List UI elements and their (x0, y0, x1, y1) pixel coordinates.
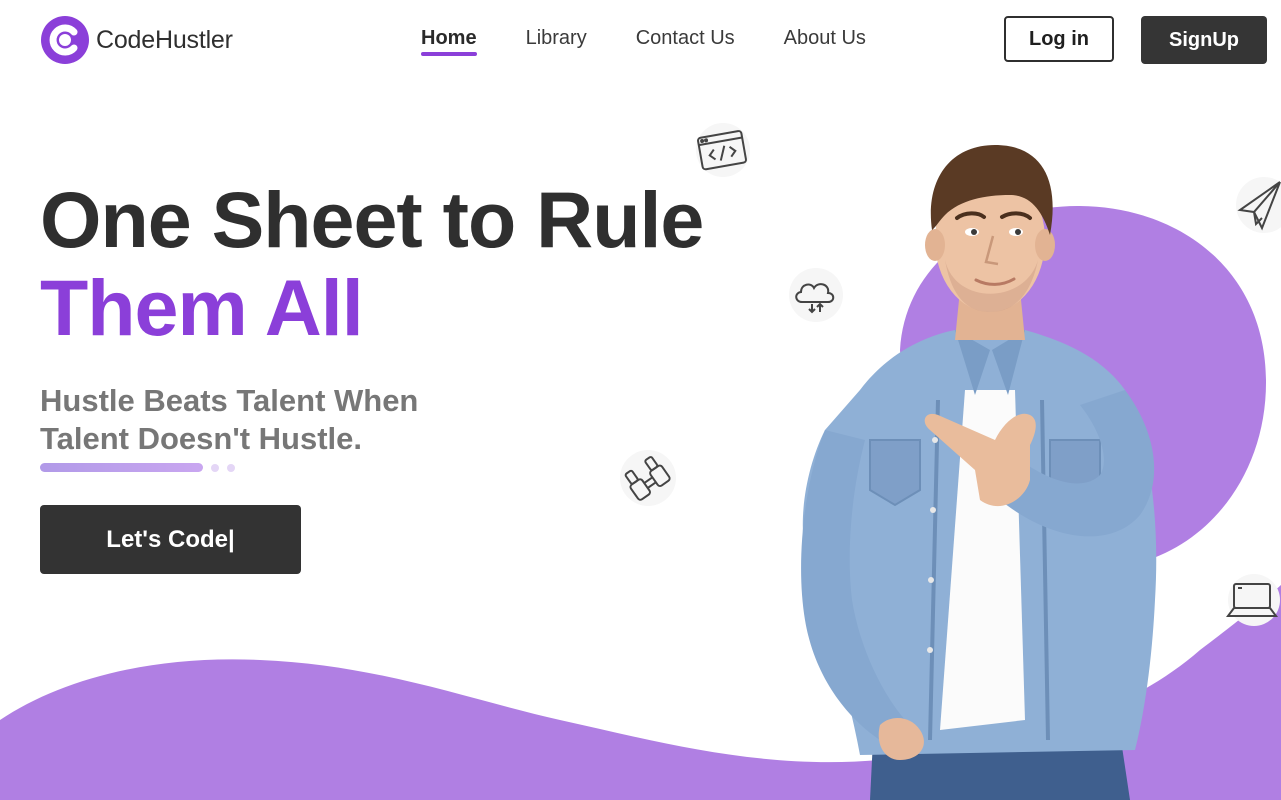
subtitle-line2: Talent Doesn't Hustle. (40, 421, 363, 456)
slide-indicator (40, 463, 235, 472)
logo[interactable]: CodeHustler (40, 14, 233, 66)
hero-title-line1: One Sheet to Rule (40, 175, 704, 264)
subtitle-line1: Hustle Beats Talent When (40, 383, 419, 418)
slide-indicator-active[interactable] (40, 463, 203, 472)
hero-title-line2: Them All (40, 263, 364, 352)
slide-indicator-dot[interactable] (211, 463, 219, 472)
laptop-icon (1226, 574, 1280, 626)
hero-subtitle: Hustle Beats Talent When Talent Doesn't … (40, 382, 418, 458)
brand-name: CodeHustler (96, 25, 233, 54)
slide-indicator-dot[interactable] (227, 463, 235, 472)
signup-button[interactable]: SignUp (1141, 16, 1267, 64)
top-navbar: CodeHustler Home Library Contact Us Abou… (0, 0, 1281, 80)
hero-person-image (801, 145, 1157, 800)
main-menu: Home Library Contact Us About Us (421, 27, 915, 56)
nav-about-us[interactable]: About Us (784, 27, 866, 50)
code-window-icon (696, 123, 750, 177)
nav-home[interactable]: Home (421, 27, 477, 56)
login-button[interactable]: Log in (1004, 16, 1114, 62)
hero-title: One Sheet to Rule Them All (40, 175, 704, 352)
nav-contact-us[interactable]: Contact Us (636, 27, 735, 50)
paper-plane-icon (1236, 177, 1281, 233)
nav-library[interactable]: Library (526, 27, 587, 50)
codehustler-logo-icon (41, 16, 89, 64)
lets-code-button[interactable]: Let's Code| (40, 505, 301, 574)
binoculars-icon (620, 450, 676, 506)
